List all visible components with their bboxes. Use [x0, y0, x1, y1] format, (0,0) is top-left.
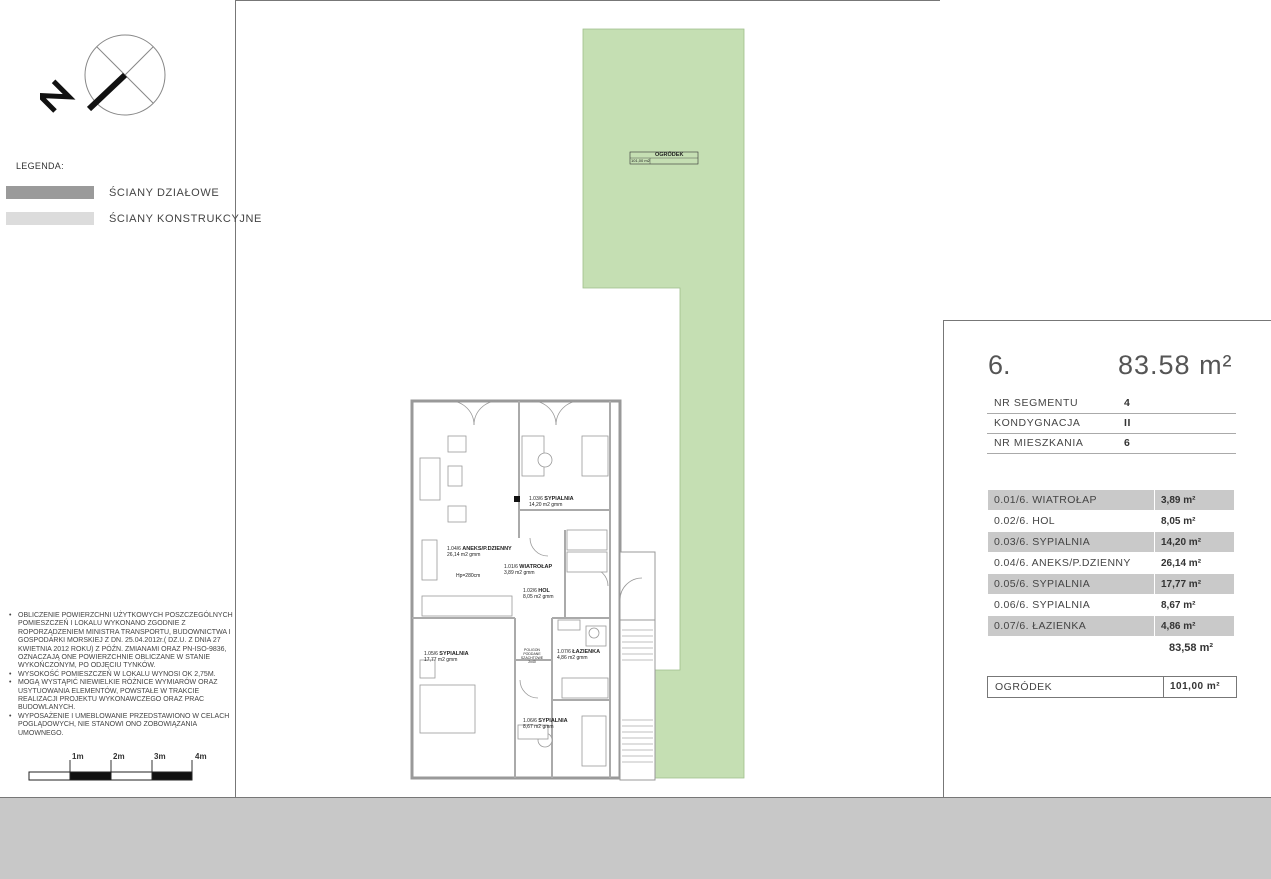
- room-area-cell: 3,89 m²: [1154, 489, 1235, 511]
- room-area-cell: 8,67 m²: [1154, 594, 1235, 616]
- garden-key: OGRÓDEK: [995, 681, 1053, 693]
- room-area-cell: 8,05 m²: [1154, 510, 1235, 532]
- north-letter-icon: [40, 79, 76, 113]
- info-value: 6: [1124, 437, 1131, 449]
- room-label-sypialnia-106: 1.06/6 SYPIALNIA 8,67 m2 gmm: [523, 718, 568, 730]
- info-value: 4: [1124, 397, 1131, 409]
- room-area-cell: 4,86 m²: [1154, 615, 1235, 637]
- note-item: WYPOSAŻENIE I UMEBLOWANIE PRZEDSTAWIONO …: [9, 713, 238, 738]
- room-area-cell: 14,20 m²: [1154, 531, 1235, 553]
- table-row: 0.05/6. SYPIALNIA 17,77 m²: [987, 573, 1235, 595]
- room-area-cell: 26,14 m²: [1154, 552, 1235, 574]
- info-row-apartment: NR MIESZKANIA 6: [987, 433, 1236, 454]
- info-key: KONDYGNACJA: [994, 417, 1081, 429]
- table-row: 0.01/6. WIATROŁAP 3,89 m²: [987, 489, 1235, 511]
- legend-swatch-partition: [6, 186, 94, 199]
- right-panel-divider: [943, 320, 944, 797]
- apartment-total-area: 83.58 m²: [1118, 350, 1233, 380]
- notes-list: OBLICZENIE POWIERZCHNI UŻYTKOWYCH POSZCZ…: [8, 612, 238, 738]
- info-row-floor: KONDYGNACJA II: [987, 413, 1236, 434]
- scale-bar: [28, 760, 193, 781]
- note-item: OBLICZENIE POWIERZCHNI UŻYTKOWYCH POSZCZ…: [9, 612, 238, 671]
- room-name-cell: 0.06/6. SYPIALNIA: [987, 594, 1155, 616]
- legend-swatch-structural: [6, 212, 94, 225]
- duct-note: POLIGON PODDANE SZACHTOWE 2x40: [520, 648, 544, 664]
- legend-title: LEGENDA:: [16, 161, 64, 171]
- rooms-total-area: 83,58 m²: [1169, 642, 1214, 654]
- legend-label-structural: ŚCIANY KONSTRUKCYJNE: [109, 213, 262, 225]
- info-value: II: [1124, 417, 1132, 429]
- room-label-aneks-104: 1.04/6 ANEKS/P.DZIENNY 26,14 m2 gmm: [447, 546, 512, 558]
- room-name-cell: 0.05/6. SYPIALNIA: [987, 573, 1155, 595]
- table-row: 0.03/6. SYPIALNIA 14,20 m²: [987, 531, 1235, 553]
- room-area-cell: 17,77 m²: [1154, 573, 1235, 595]
- scale-label-4m: 4m: [195, 752, 207, 761]
- room-label-sypialnia-105: 1.05/6 SYPIALNIA 17,77 m2 gmm: [424, 651, 469, 663]
- room-name-cell: 0.01/6. WIATROŁAP: [987, 489, 1155, 511]
- table-row: 0.06/6. SYPIALNIA 8,67 m²: [987, 594, 1235, 616]
- room-name-cell: 0.02/6. HOL: [987, 510, 1155, 532]
- room-label-lazienka-107: 1.07/6 ŁAZIENKA 4,86 m2 gmm: [557, 649, 601, 661]
- garden-plan-area: 101,00 m2: [631, 158, 650, 163]
- apartment-number: 6.: [988, 350, 1011, 380]
- footer-band: [0, 797, 1271, 879]
- table-row: 0.07/6. ŁAZIENKA 4,86 m²: [987, 615, 1235, 637]
- note-item: MOGĄ WYSTĄPIĆ NIEWIELKIE RÓŻNICE WYMIARÓ…: [9, 679, 238, 713]
- room-name-cell: 0.04/6. ANEKS/P.DZIENNY: [987, 552, 1155, 574]
- info-key: NR MIESZKANIA: [994, 437, 1084, 449]
- garden-value: 101,00 m²: [1163, 677, 1240, 697]
- room-name-cell: 0.07/6. ŁAZIENKA: [987, 615, 1155, 637]
- rooms-area-table: 0.01/6. WIATROŁAP 3,89 m² 0.02/6. HOL 8,…: [987, 489, 1235, 637]
- table-row: 0.04/6. ANEKS/P.DZIENNY 26,14 m²: [987, 552, 1235, 574]
- height-note: Hp=280cm: [456, 573, 481, 579]
- garden-plan-label: OGRÓDEK: [655, 152, 684, 158]
- info-key: NR SEGMENTU: [994, 397, 1079, 409]
- compass-north-arrow: [40, 34, 166, 116]
- room-label-hol-102: 1.02/6 HOL 8,05 m2 gmm: [523, 588, 554, 600]
- note-item: WYSOKOŚĆ POMIESZCZEŃ W LOKALU WYNOSI OK …: [9, 671, 238, 680]
- garden-area-box: OGRÓDEK 101,00 m²: [987, 676, 1237, 698]
- right-panel-top: [943, 320, 1271, 321]
- legend-label-partition: ŚCIANY DZIAŁOWE: [109, 187, 220, 199]
- room-name-cell: 0.03/6. SYPIALNIA: [987, 531, 1155, 553]
- info-row-segment: NR SEGMENTU 4: [987, 393, 1236, 414]
- table-row: 0.02/6. HOL 8,05 m²: [987, 510, 1235, 532]
- room-label-sypialnia-103: 1.03/6 SYPIALNIA 14,20 m2 gmm: [529, 496, 574, 508]
- top-border: [235, 0, 940, 1]
- floor-plan: [410, 28, 745, 781]
- room-label-wiatrolap-101: 1.01/6 WIATROŁAP 3,89 m2 gmm: [504, 564, 553, 576]
